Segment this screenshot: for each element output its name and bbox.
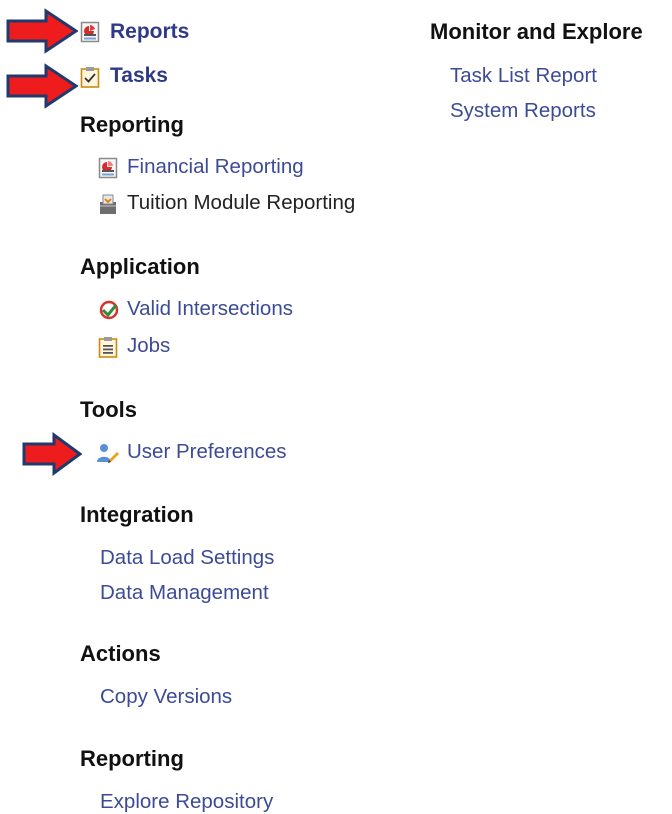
tasks-link[interactable]: Tasks <box>110 64 168 88</box>
jobs-link[interactable]: Jobs <box>127 334 170 358</box>
user-preferences-link[interactable]: User Preferences <box>127 440 287 464</box>
section-heading-tools: Tools <box>80 397 138 422</box>
annotation-arrow-icon <box>6 8 78 54</box>
clipboard-check-icon <box>80 66 100 88</box>
annotation-arrow-icon <box>22 432 82 476</box>
data-load-settings-link[interactable]: Data Load Settings <box>100 546 274 570</box>
valid-intersections-link[interactable]: Valid Intersections <box>127 297 293 321</box>
section-heading-actions: Actions <box>80 641 161 666</box>
section-heading-reporting-2: Reporting <box>80 746 184 771</box>
financial-reporting-link[interactable]: Financial Reporting <box>127 155 304 179</box>
tray-inbox-icon <box>98 193 118 215</box>
report-icon <box>98 157 118 179</box>
copy-versions-link[interactable]: Copy Versions <box>100 685 232 709</box>
system-reports-link[interactable]: System Reports <box>450 99 596 123</box>
tuition-module-reporting-link[interactable]: Tuition Module Reporting <box>127 191 355 215</box>
section-heading-reporting: Reporting <box>80 112 184 137</box>
section-heading-monitor-and-explore: Monitor and Explore <box>430 19 643 44</box>
data-management-link[interactable]: Data Management <box>100 581 269 605</box>
check-circle-icon <box>98 299 119 321</box>
section-heading-integration: Integration <box>80 502 194 527</box>
explore-repository-link[interactable]: Explore Repository <box>100 790 273 814</box>
report-icon <box>80 21 100 43</box>
annotation-arrow-icon <box>6 63 78 109</box>
section-heading-application: Application <box>80 254 200 279</box>
reports-link[interactable]: Reports <box>110 20 189 44</box>
clipboard-list-icon <box>98 336 118 358</box>
task-list-report-link[interactable]: Task List Report <box>450 64 597 88</box>
user-edit-icon <box>96 442 119 464</box>
